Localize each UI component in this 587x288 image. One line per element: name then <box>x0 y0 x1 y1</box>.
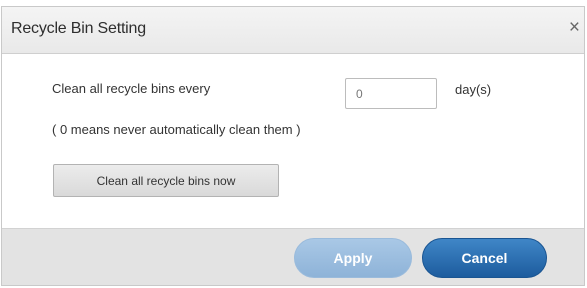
clean-now-button[interactable]: Clean all recycle bins now <box>53 164 279 197</box>
days-input[interactable] <box>345 78 437 109</box>
dialog-footer: Apply Cancel <box>2 228 584 285</box>
dialog-title-bar: Recycle Bin Setting × <box>2 7 584 54</box>
clean-every-label: Clean all recycle bins every <box>52 81 211 96</box>
dialog-body: Clean all recycle bins every day(s) ( 0 … <box>2 54 584 230</box>
cancel-button[interactable]: Cancel <box>422 238 547 278</box>
apply-button[interactable]: Apply <box>294 238 412 278</box>
days-unit-label: day(s) <box>455 82 492 97</box>
dialog-title: Recycle Bin Setting <box>11 20 146 37</box>
close-icon[interactable]: × <box>569 18 580 38</box>
recycle-bin-setting-dialog: Recycle Bin Setting × Clean all recycle … <box>1 6 585 286</box>
auto-clean-note: ( 0 means never automatically clean them… <box>52 122 301 137</box>
